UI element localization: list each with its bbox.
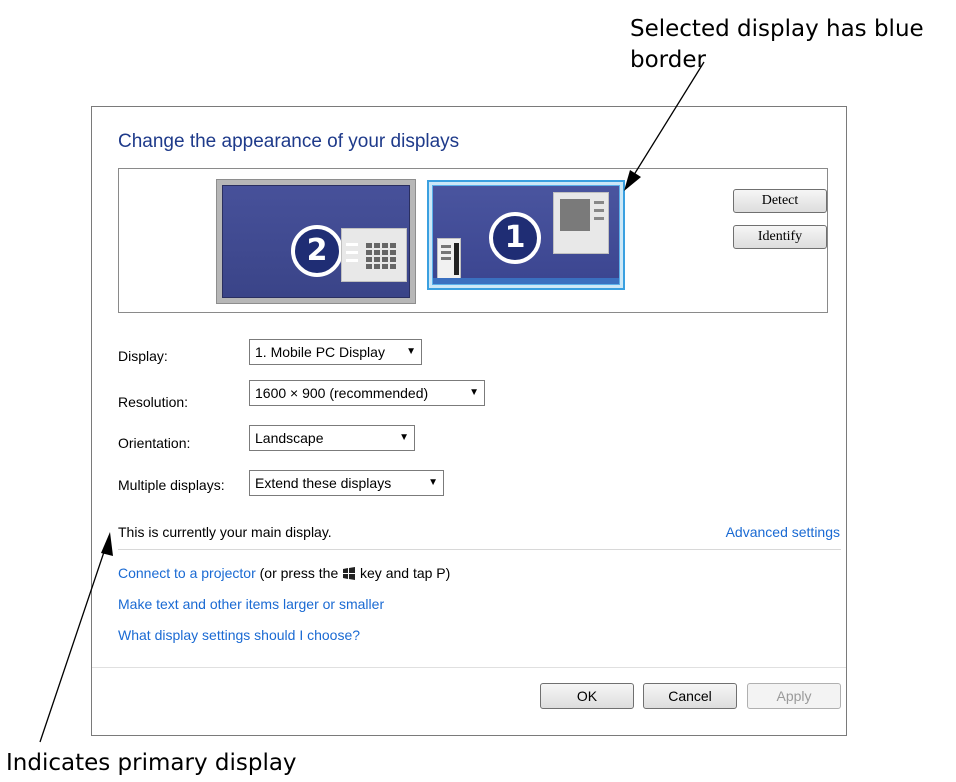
arrow-line-top — [631, 61, 705, 179]
callout-arrows — [39, 61, 705, 743]
arrow-line-bottom — [39, 545, 107, 743]
arrow-head-bottom — [101, 532, 113, 556]
arrow-head-top — [624, 170, 641, 191]
